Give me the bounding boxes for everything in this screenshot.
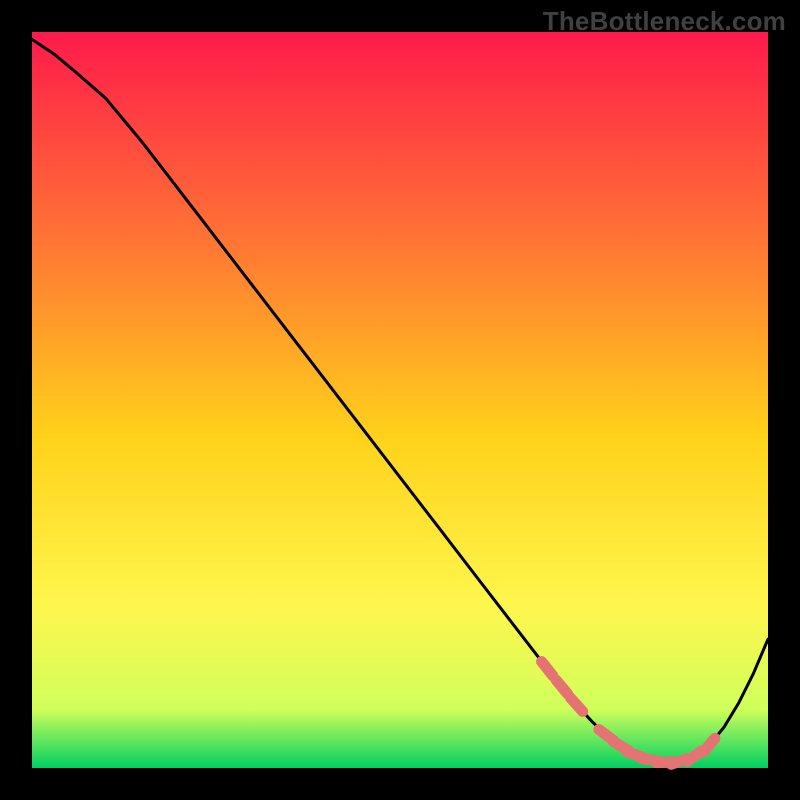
chart-frame: TheBottleneck.com: [0, 0, 800, 800]
watermark-text: TheBottleneck.com: [543, 6, 786, 37]
bottleneck-chart: [0, 0, 800, 800]
